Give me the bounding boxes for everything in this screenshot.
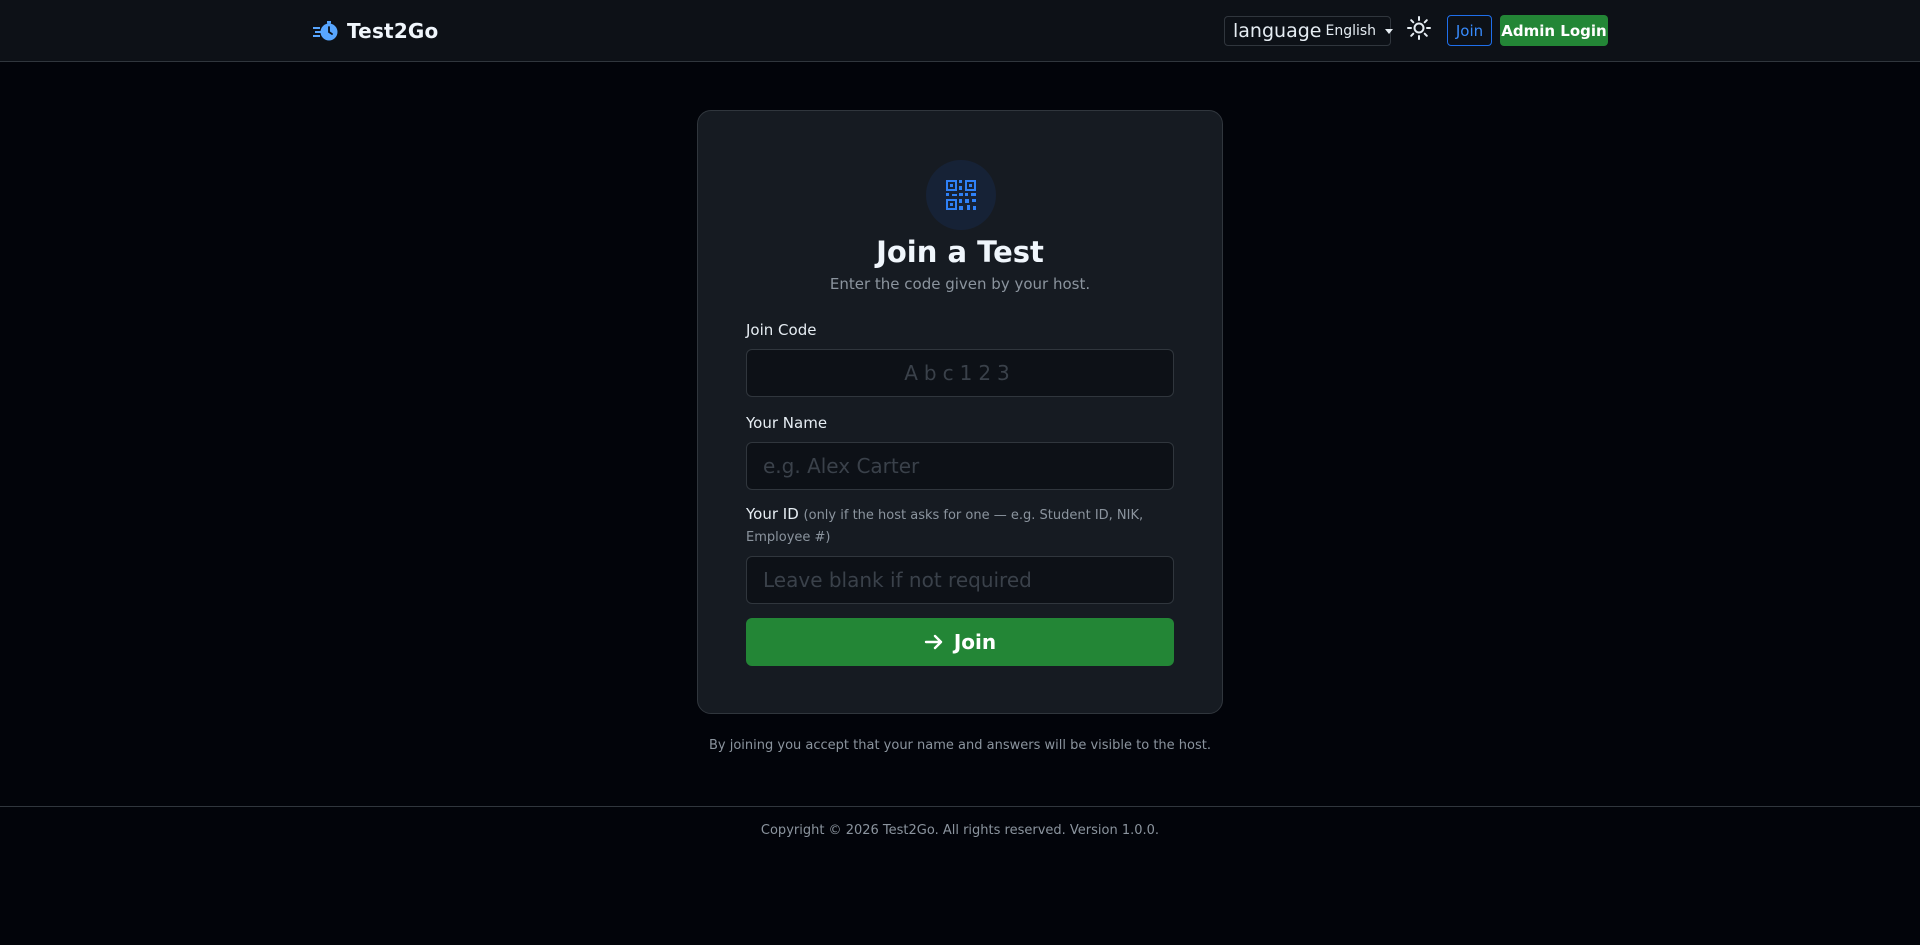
stopwatch-speed-icon (313, 21, 338, 41)
page-footer: Copyright © 2026 Test2Go. All rights res… (0, 806, 1920, 945)
language-selected-value: English (1325, 23, 1377, 39)
join-test-card: Join a Test Enter the code given by your… (697, 110, 1223, 714)
top-navbar: Test2Go language English Join Admin Logi… (0, 0, 1920, 62)
your-id-hint: (only if the host asks for one — e.g. St… (746, 508, 1144, 545)
card-subtitle: Enter the code given by your host. (829, 275, 1091, 293)
join-submit-label: Join (953, 630, 997, 654)
qr-code-icon (946, 180, 976, 210)
copyright-text: Copyright © 2026 Test2Go. All rights res… (760, 823, 1160, 838)
theme-toggle-button[interactable] (1406, 15, 1432, 41)
your-id-label-group: Your ID (only if the host asks for one —… (746, 504, 1176, 548)
your-id-label: Your ID (746, 505, 799, 523)
consent-notice: By joining you accept that your name and… (708, 738, 1211, 753)
brand-name: Test2Go (347, 19, 439, 43)
nav-join-button[interactable]: Join (1447, 15, 1492, 46)
language-icon-label: language (1233, 20, 1322, 42)
your-name-input[interactable] (746, 442, 1174, 490)
card-title: Join a Test (876, 235, 1044, 269)
arrow-right-icon (924, 634, 943, 650)
your-id-input[interactable] (746, 556, 1174, 604)
join-code-label: Join Code (746, 321, 817, 339)
join-submit-button[interactable]: Join (746, 618, 1174, 666)
caret-down-icon (1385, 28, 1394, 34)
admin-login-button[interactable]: Admin Login (1500, 15, 1608, 46)
join-code-input[interactable] (746, 349, 1174, 397)
qr-icon-badge (926, 160, 996, 230)
sun-icon (1407, 16, 1431, 40)
brand-link[interactable]: Test2Go (313, 17, 439, 45)
language-select[interactable]: language English (1224, 16, 1394, 46)
your-name-label: Your Name (746, 414, 828, 432)
